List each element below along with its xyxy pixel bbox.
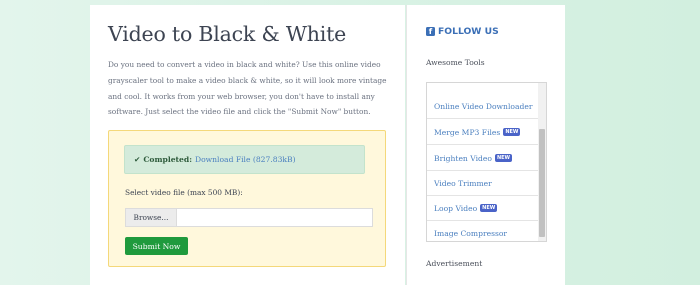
new-badge: NEW [480,204,498,212]
follow-us-label: FOLLOW US [438,26,499,37]
success-label: Completed: [143,155,192,164]
new-badge: NEW [494,154,513,162]
tool-link-brighten-video[interactable]: Brighten Video NEW [427,146,538,171]
main-card: Video to Black & White Do you need to co… [90,5,405,285]
new-badge: NEW [503,128,521,136]
tool-label: Image Compressor [434,228,508,238]
success-alert: ✔ Completed: Download File (827.83kB) [124,145,365,174]
tool-label: Loop Video [434,203,478,213]
file-input[interactable]: Browse... [125,208,373,227]
awesome-tools-heading: Awesome Tools [426,58,485,67]
file-select-label: Select video file (max 500 MB): [125,188,243,197]
upload-panel: ✔ Completed: Download File (827.83kB) Se… [108,130,386,267]
tool-link-video-trimmer[interactable]: Video Trimmer [427,171,538,196]
file-path-field[interactable] [177,209,372,226]
tool-label: Merge MP3 Files [434,127,501,137]
tool-link-online-video-downloader[interactable]: Online Video Downloader [427,94,538,119]
download-file-link[interactable]: Download File (827.83kB) [195,155,296,164]
browse-button[interactable]: Browse... [126,209,177,226]
page-title: Video to Black & White [108,22,347,46]
tool-label: Online Video Downloader [434,101,533,111]
tool-link-merge-mp3-files[interactable]: Merge MP3 Files NEW [427,120,538,145]
tools-scrollbar-thumb[interactable] [539,129,545,237]
tool-link-loop-video[interactable]: Loop Video NEW [427,196,538,221]
tool-label: Video Trimmer [434,178,492,188]
submit-button[interactable]: Submit Now [125,237,188,255]
sidebar: f FOLLOW US Awesome Tools Online Video D… [406,5,565,285]
tool-link-image-compressor[interactable]: Image Compressor [427,221,538,241]
tools-scrollbar[interactable] [538,83,546,241]
tool-label: Brighten Video [434,153,492,163]
facebook-icon: f [426,27,435,36]
advertisement-label: Advertisement [426,259,483,268]
tools-list: Online Video Downloader Merge MP3 Files … [426,82,547,242]
follow-us-heading[interactable]: f FOLLOW US [426,26,499,37]
checkmark-icon: ✔ [134,155,141,164]
tool-description: Do you need to convert a video in black … [108,60,387,117]
